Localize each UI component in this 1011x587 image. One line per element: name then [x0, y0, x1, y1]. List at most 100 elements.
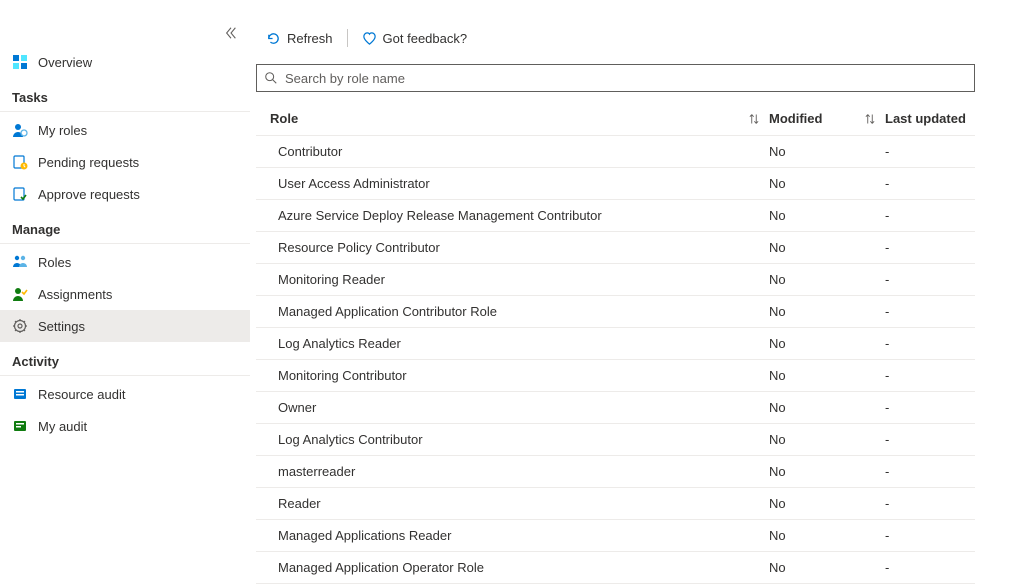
- table-header-row: Role Modified Last updated: [256, 102, 975, 136]
- cell-last-updated: -: [885, 464, 975, 479]
- cell-role: Monitoring Reader: [256, 272, 739, 287]
- cell-role: Managed Application Operator Role: [256, 560, 739, 575]
- resource-audit-icon: [12, 386, 28, 402]
- table-row[interactable]: Monitoring ReaderNo-: [256, 264, 975, 296]
- cell-last-updated: -: [885, 432, 975, 447]
- toolbar-separator: [347, 29, 348, 47]
- table-row[interactable]: Log Analytics Contributor No -: [256, 424, 975, 456]
- table-row[interactable]: Monitoring ContributorNo-: [256, 360, 975, 392]
- feedback-label: Got feedback?: [383, 31, 468, 46]
- cell-last-updated: -: [885, 560, 975, 575]
- search-container: [256, 64, 975, 92]
- column-header-role[interactable]: Role: [256, 111, 739, 126]
- cell-last-updated: -: [885, 496, 975, 511]
- cell-modified: No: [769, 400, 855, 415]
- assignments-icon: [12, 286, 28, 302]
- heart-icon: [362, 31, 377, 46]
- cell-last-updated: -: [885, 144, 975, 159]
- cell-role: Resource Policy Contributor: [256, 240, 739, 255]
- refresh-button[interactable]: Refresh: [256, 22, 343, 54]
- cell-modified: No: [769, 336, 855, 351]
- table-row[interactable]: Log Analytics ReaderNo-: [256, 328, 975, 360]
- cell-role: User Access Administrator: [256, 176, 739, 191]
- table-row[interactable]: Managed Applications Reader No -: [256, 520, 975, 552]
- sidebar-item-roles[interactable]: Roles: [0, 246, 250, 278]
- sidebar: Overview Tasks My roles Pending requests…: [0, 0, 250, 587]
- sidebar-item-settings[interactable]: Settings: [0, 310, 250, 342]
- chevron-double-left-icon: [224, 26, 238, 40]
- cell-modified: No: [769, 368, 855, 383]
- sidebar-item-label: Roles: [38, 255, 71, 270]
- cell-last-updated: -: [885, 304, 975, 319]
- sort-icon: [864, 113, 876, 125]
- sidebar-item-label: Settings: [38, 319, 85, 334]
- sidebar-section-tasks: Tasks: [0, 78, 250, 112]
- table-row[interactable]: Azure Service Deploy Release Management …: [256, 200, 975, 232]
- cell-role: masterreader: [256, 464, 739, 479]
- sidebar-item-assignments[interactable]: Assignments: [0, 278, 250, 310]
- cell-modified: No: [769, 528, 855, 543]
- table-body: Contributor No - User Access Administrator N…: [256, 136, 975, 584]
- cell-role: Owner: [256, 400, 739, 415]
- cell-role: Reader: [256, 496, 739, 511]
- cell-role: Contributor: [256, 144, 739, 159]
- sidebar-item-label: My roles: [38, 123, 87, 138]
- collapse-sidebar-button[interactable]: [224, 26, 238, 40]
- cell-modified: No: [769, 240, 855, 255]
- column-header-modified[interactable]: Modified: [769, 111, 855, 126]
- sidebar-item-label: My audit: [38, 419, 87, 434]
- cell-last-updated: -: [885, 272, 975, 287]
- table-row[interactable]: Reader No -: [256, 488, 975, 520]
- refresh-label: Refresh: [287, 31, 333, 46]
- table-row[interactable]: Resource Policy Contributor No -: [256, 232, 975, 264]
- cell-modified: No: [769, 208, 855, 223]
- cell-modified: No: [769, 560, 855, 575]
- cell-role: Managed Application Contributor Role: [256, 304, 739, 319]
- cell-modified: No: [769, 176, 855, 191]
- cell-last-updated: -: [885, 240, 975, 255]
- cell-modified: No: [769, 496, 855, 511]
- sidebar-item-my-audit[interactable]: My audit: [0, 410, 250, 442]
- cell-role: Log Analytics Contributor: [256, 432, 739, 447]
- pending-requests-icon: [12, 154, 28, 170]
- gear-icon: [12, 318, 28, 334]
- overview-icon: [12, 54, 28, 70]
- sidebar-item-pending-requests[interactable]: Pending requests: [0, 146, 250, 178]
- table-row[interactable]: User Access Administrator No -: [256, 168, 975, 200]
- table-row[interactable]: masterreader No -: [256, 456, 975, 488]
- approve-requests-icon: [12, 186, 28, 202]
- cell-modified: No: [769, 432, 855, 447]
- cell-modified: No: [769, 144, 855, 159]
- cell-modified: No: [769, 304, 855, 319]
- sort-modified-button[interactable]: [855, 113, 885, 125]
- sidebar-item-label: Resource audit: [38, 387, 125, 402]
- column-header-last-updated[interactable]: Last updated: [885, 111, 975, 126]
- search-input[interactable]: [256, 64, 975, 92]
- refresh-icon: [266, 31, 281, 46]
- sidebar-section-activity: Activity: [0, 342, 250, 376]
- sort-role-button[interactable]: [739, 113, 769, 125]
- sidebar-item-my-roles[interactable]: My roles: [0, 114, 250, 146]
- table-row[interactable]: Owner No -: [256, 392, 975, 424]
- overview-label: Overview: [38, 55, 92, 70]
- cell-role: Managed Applications Reader: [256, 528, 739, 543]
- cell-role: Log Analytics Reader: [256, 336, 739, 351]
- cell-modified: No: [769, 464, 855, 479]
- cell-last-updated: -: [885, 528, 975, 543]
- feedback-button[interactable]: Got feedback?: [352, 22, 478, 54]
- cell-role: Azure Service Deploy Release Management …: [256, 208, 739, 223]
- table-row[interactable]: Managed Application Operator Role No -: [256, 552, 975, 584]
- table-row[interactable]: Managed Application Contributor Role No -: [256, 296, 975, 328]
- my-audit-icon: [12, 418, 28, 434]
- table-row[interactable]: Contributor No -: [256, 136, 975, 168]
- sidebar-item-approve-requests[interactable]: Approve requests: [0, 178, 250, 210]
- cell-last-updated: -: [885, 368, 975, 383]
- cell-last-updated: -: [885, 400, 975, 415]
- roles-icon: [12, 254, 28, 270]
- cell-last-updated: -: [885, 208, 975, 223]
- sidebar-item-label: Pending requests: [38, 155, 139, 170]
- sidebar-item-overview[interactable]: Overview: [0, 46, 250, 78]
- cell-last-updated: -: [885, 176, 975, 191]
- sidebar-item-resource-audit[interactable]: Resource audit: [0, 378, 250, 410]
- roles-table: Role Modified Last updated: [256, 102, 975, 584]
